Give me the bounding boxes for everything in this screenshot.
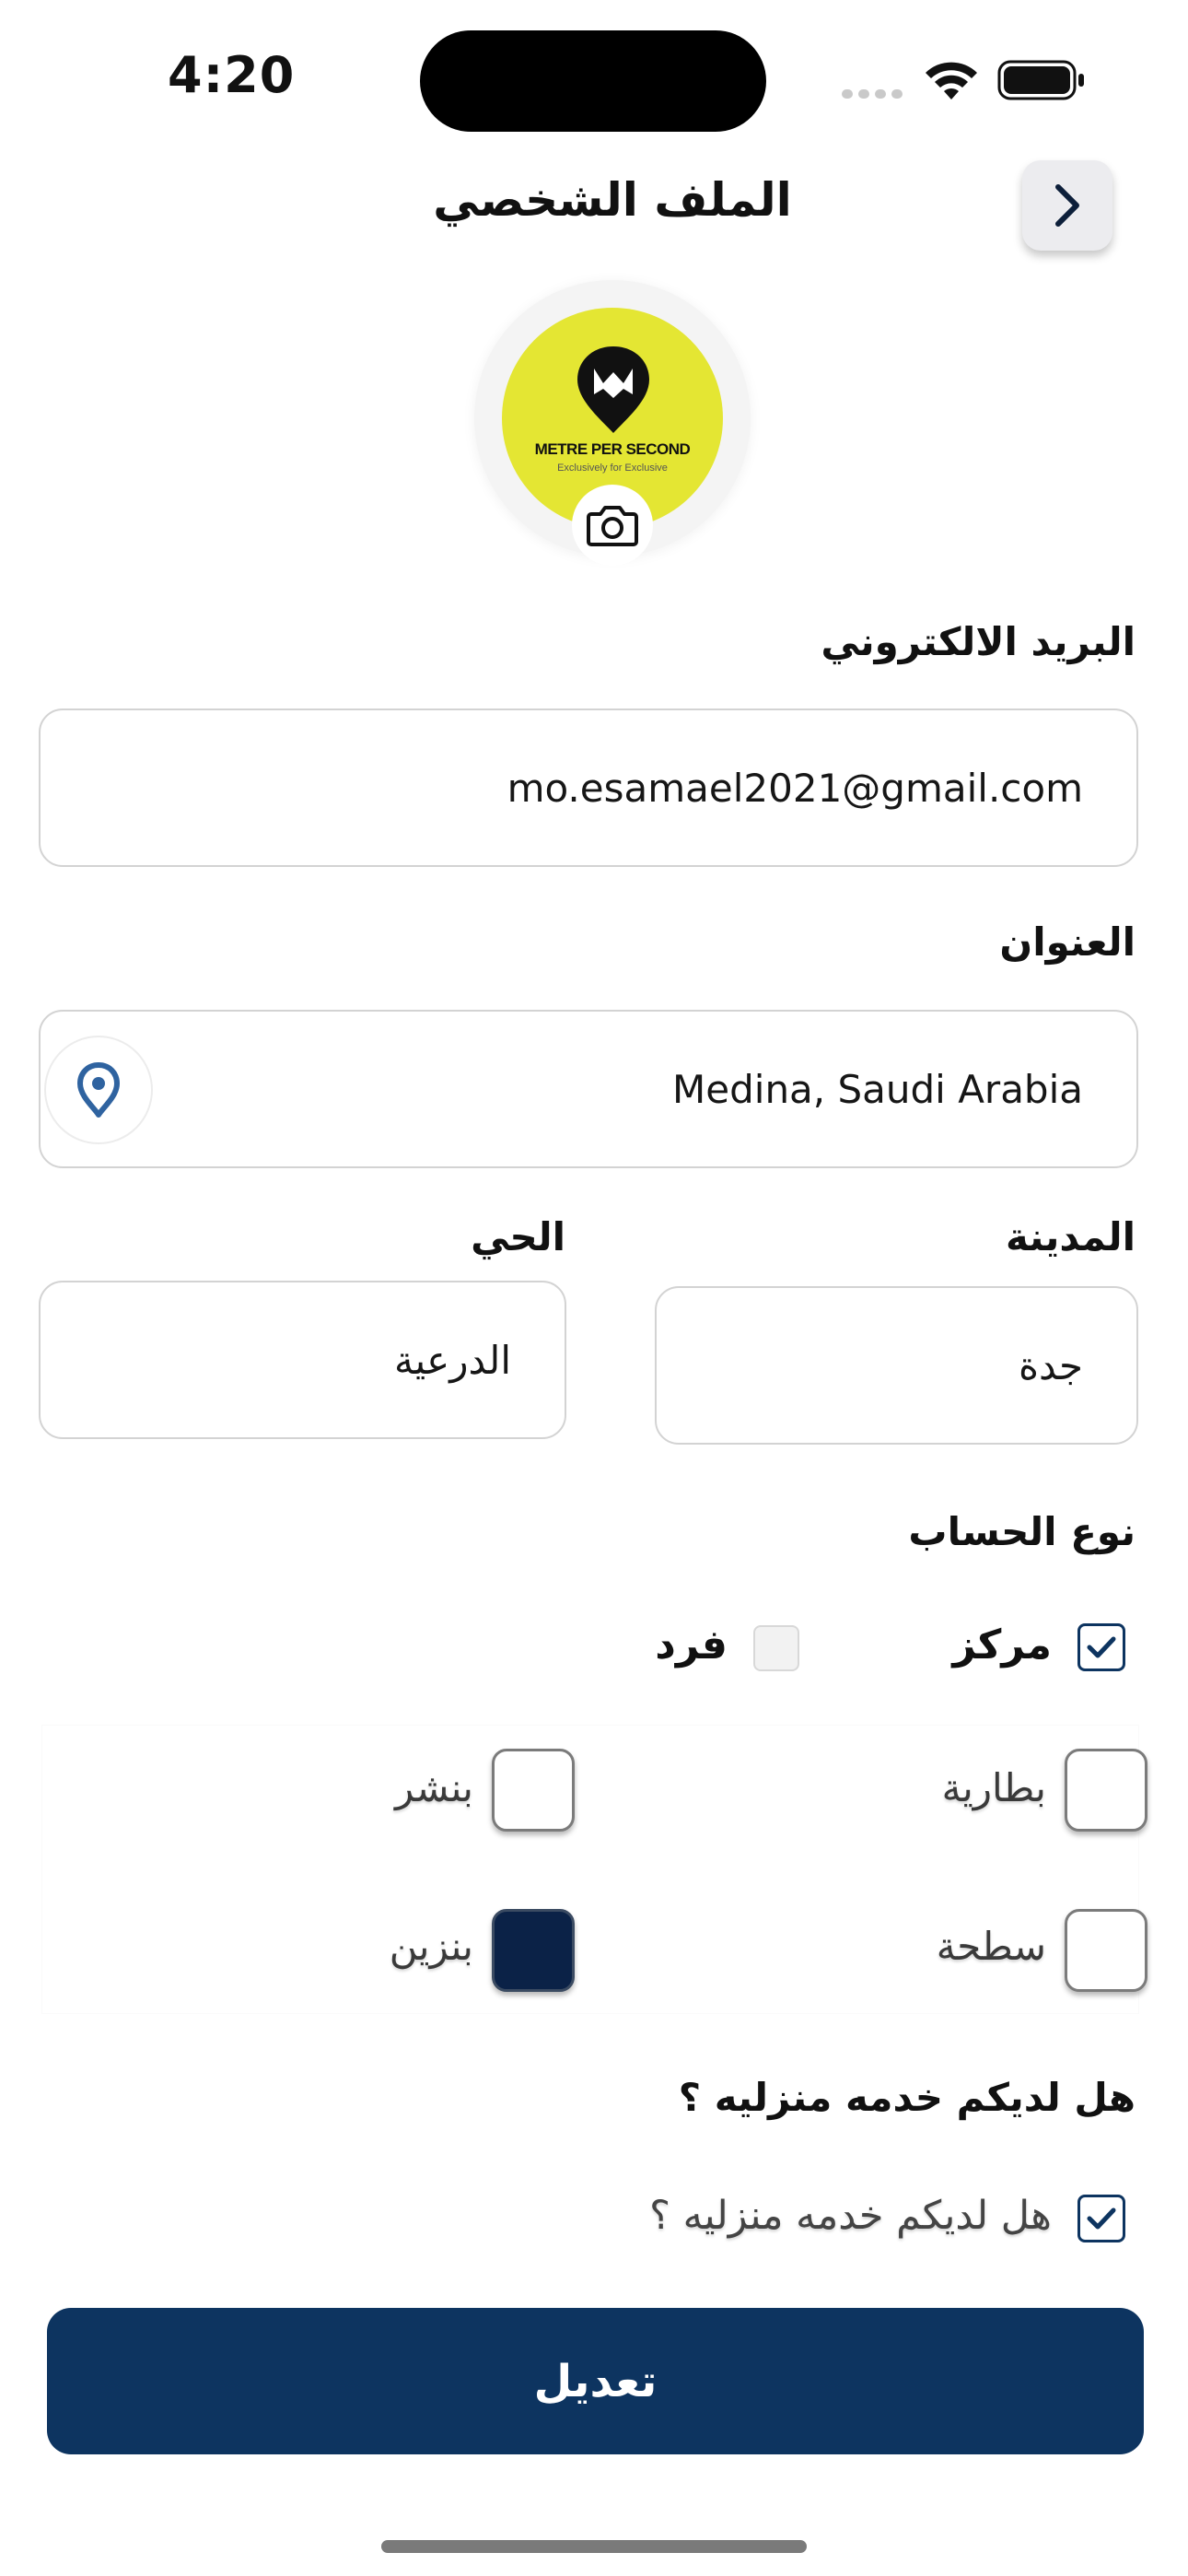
wifi-icon (926, 62, 977, 100)
battery-icon (997, 60, 1084, 100)
status-time: 4:20 (168, 46, 296, 104)
checkmark-icon (1087, 1636, 1116, 1658)
logo-title: METRE PER SECOND (534, 440, 691, 458)
service-battery-label: بطارية (941, 1765, 1046, 1810)
account-type-label: نوع الحساب (908, 1509, 1136, 1554)
account-type-center-checkbox[interactable] (1077, 1623, 1125, 1671)
service-tire-label: بنشر (394, 1765, 473, 1810)
address-field[interactable]: Medina, Saudi Arabia (39, 1010, 1138, 1168)
cellular-signal-icon (842, 85, 908, 102)
profile-screen: 4:20 الملف الشخصي METRE PER SECOND Exclu… (0, 0, 1188, 2576)
page-title: الملف الشخصي (433, 173, 792, 227)
checkmark-icon (1087, 2207, 1116, 2230)
home-service-checkbox-label: هل لديكم خدمه منزليه ؟ (649, 2193, 1052, 2239)
service-tire-checkbox[interactable] (492, 1749, 575, 1832)
location-picker-button[interactable] (44, 1036, 153, 1144)
email-label: البريد الالكتروني (821, 619, 1136, 664)
account-type-individual-checkbox[interactable] (753, 1625, 799, 1671)
service-fuel-label: بنزين (389, 1924, 473, 1969)
location-pin-icon (77, 1062, 120, 1118)
city-field[interactable]: جدة (655, 1286, 1138, 1445)
address-label: العنوان (999, 919, 1136, 965)
account-type-individual-label: فرد (655, 1622, 728, 1669)
home-indicator (381, 2540, 807, 2553)
address-value: Medina, Saudi Arabia (672, 1066, 1083, 1112)
service-battery-checkbox[interactable] (1065, 1749, 1147, 1832)
service-fuel-checkbox[interactable] (492, 1909, 575, 1992)
district-label: الحي (471, 1214, 565, 1259)
dynamic-island (420, 30, 766, 132)
district-value: الدرعية (393, 1337, 511, 1383)
camera-icon (587, 506, 638, 546)
avatar: METRE PER SECOND Exclusively for Exclusi… (474, 280, 751, 566)
email-field[interactable]: mo.esamael2021@gmail.com (39, 708, 1138, 867)
email-value: mo.esamael2021@gmail.com (507, 765, 1083, 811)
back-button[interactable] (1022, 160, 1112, 251)
logo-subtitle: Exclusively for Exclusive (557, 463, 668, 474)
district-field[interactable]: الدرعية (39, 1281, 566, 1439)
service-tow-truck-checkbox[interactable] (1065, 1909, 1147, 1992)
city-value: جدة (1018, 1342, 1083, 1388)
services-panel: بطارية بنشر سطحة بنزين (42, 1726, 1147, 2013)
home-service-question: هل لديكم خدمه منزليه ؟ (678, 2075, 1136, 2120)
account-type-center-label: مركز (952, 1622, 1052, 1669)
city-label: المدينة (1006, 1214, 1136, 1259)
brand-logo-icon (577, 346, 649, 433)
change-photo-button[interactable] (572, 485, 653, 566)
edit-submit-button[interactable]: تعديل (47, 2308, 1144, 2454)
chevron-right-icon (1055, 184, 1079, 227)
service-tow-truck-label: سطحة (936, 1924, 1046, 1969)
home-service-checkbox[interactable] (1077, 2195, 1125, 2242)
